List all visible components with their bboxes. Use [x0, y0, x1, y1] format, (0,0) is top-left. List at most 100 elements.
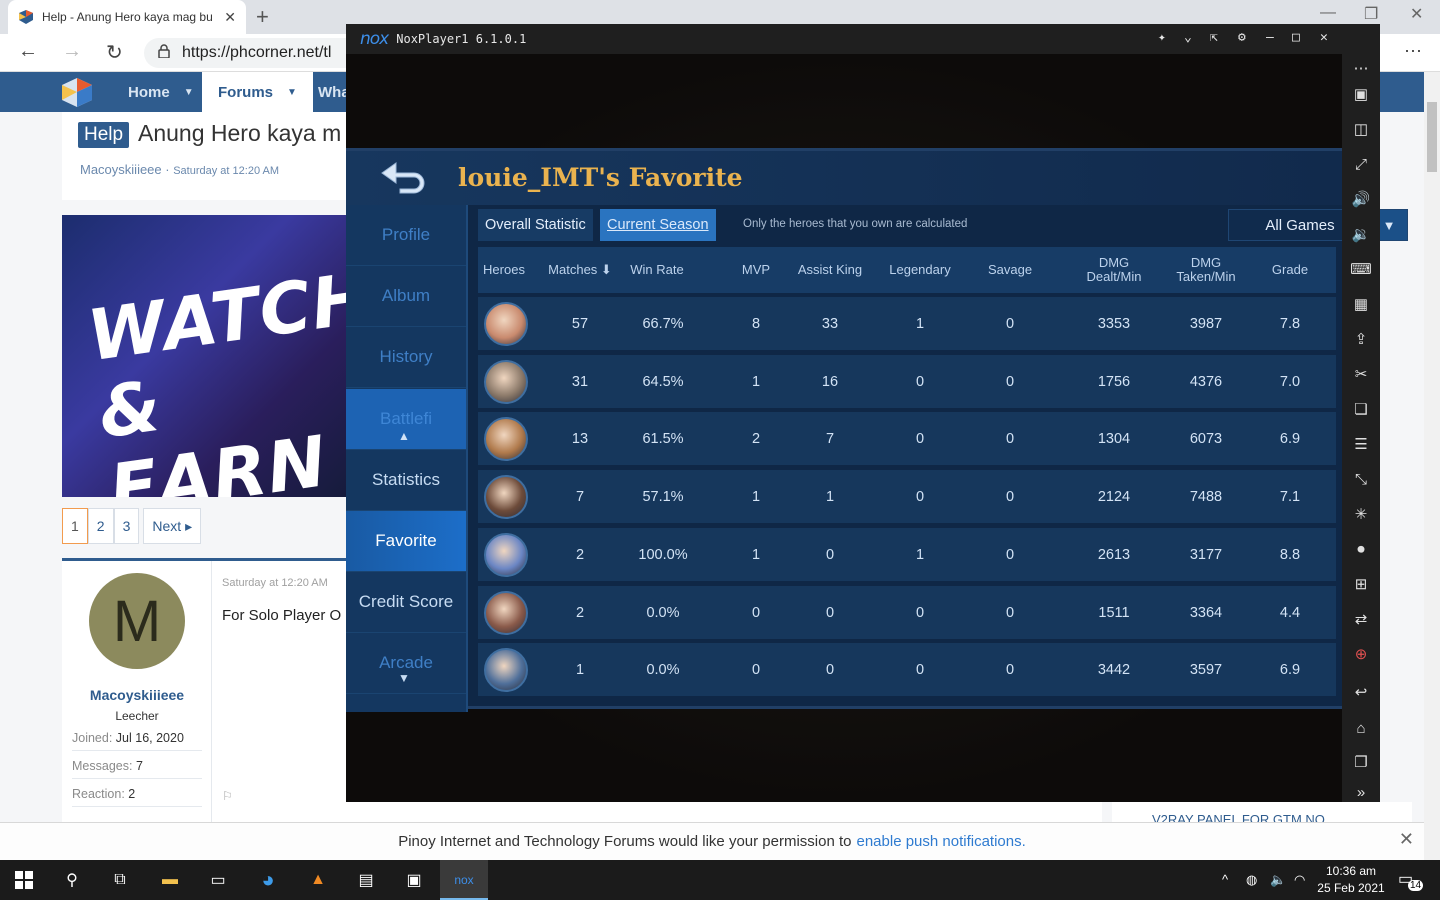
- menu-battlefield[interactable]: Battlefi ▲: [346, 389, 466, 450]
- search-icon[interactable]: ⚲: [60, 868, 84, 892]
- page-2-button[interactable]: 2: [87, 508, 114, 544]
- hero-portrait-icon[interactable]: [484, 302, 528, 346]
- watch-earn-banner[interactable]: WATCH & EARN: [62, 215, 352, 497]
- thread-date[interactable]: Saturday at 12:20 AM: [173, 165, 279, 177]
- multi-drive-icon[interactable]: ▦: [1351, 294, 1371, 314]
- chevron-up-icon[interactable]: ^: [1222, 872, 1228, 887]
- avatar[interactable]: M: [89, 573, 185, 669]
- edge-browser-icon[interactable]: ◕: [256, 867, 280, 892]
- keyboard-icon[interactable]: ⌨: [1350, 259, 1372, 279]
- toolbox-icon[interactable]: ▣: [1351, 84, 1371, 104]
- loading-icon[interactable]: ✳: [1351, 504, 1371, 524]
- menu-history[interactable]: History: [346, 327, 466, 388]
- col-dmg-dealt[interactable]: DMG Dealt/Min: [1076, 247, 1152, 293]
- reload-icon[interactable]: ↻: [106, 40, 123, 65]
- page-3-button[interactable]: 3: [113, 508, 140, 544]
- menu-arcade[interactable]: Arcade ▼: [346, 633, 466, 694]
- nav-forums[interactable]: Forums ▼: [202, 72, 313, 112]
- col-assist-king[interactable]: Assist King: [790, 247, 870, 293]
- report-flag-icon[interactable]: ⚐: [222, 789, 233, 803]
- col-legendary[interactable]: Legendary: [882, 247, 958, 293]
- screenshot-icon[interactable]: ◫: [1351, 119, 1371, 139]
- menu-credit-score[interactable]: Credit Score: [346, 572, 466, 633]
- browser-tab[interactable]: Help - Anung Hero kaya mag bu ✕: [8, 0, 246, 34]
- table-row[interactable]: 7 57.1% 1 1 0 0 2124 7488 7.1: [478, 470, 1336, 525]
- next-page-button[interactable]: Next ▸: [143, 508, 202, 544]
- tab-current-season[interactable]: Current Season: [600, 209, 716, 241]
- game-mode-select[interactable]: All Games ▼: [1228, 209, 1408, 241]
- hero-portrait-icon[interactable]: [484, 417, 528, 462]
- scrollbar-thumb[interactable]: [1427, 102, 1437, 172]
- table-row[interactable]: 2 0.0% 0 0 0 0 1511 3364 4.4: [478, 585, 1336, 640]
- hero-portrait-icon[interactable]: [484, 359, 528, 404]
- phcorner-logo-icon[interactable]: [60, 76, 94, 108]
- table-row[interactable]: 1 0.0% 0 0 0 0 3442 3597 6.9: [478, 643, 1336, 698]
- hero-portrait-icon[interactable]: [484, 648, 528, 693]
- expand-icon[interactable]: »: [1351, 782, 1371, 802]
- back-icon[interactable]: ←: [18, 40, 38, 63]
- recent-apps-icon[interactable]: ❐: [1351, 752, 1371, 772]
- record-icon[interactable]: ⏺: [1351, 539, 1371, 559]
- add-icon[interactable]: ⊕: [1351, 644, 1371, 664]
- sync-icon[interactable]: ⇄: [1351, 609, 1371, 629]
- table-row[interactable]: 57 66.7% 8 33 1 0 3353 3987 7.8: [478, 297, 1336, 351]
- android-back-icon[interactable]: ↩: [1351, 682, 1371, 702]
- col-mvp[interactable]: MVP: [734, 247, 778, 293]
- windows-start-icon[interactable]: [12, 868, 36, 892]
- copy-icon[interactable]: ❏: [1351, 399, 1371, 419]
- nav-home[interactable]: Home ▼: [112, 72, 210, 112]
- maximize-icon[interactable]: □: [1292, 30, 1300, 45]
- gear-icon[interactable]: ⚙: [1238, 30, 1246, 45]
- col-matches[interactable]: Matches ⬇: [542, 247, 618, 293]
- gift-icon[interactable]: ✦: [1158, 30, 1166, 45]
- col-dmg-taken[interactable]: DMG Taken/Min: [1168, 247, 1244, 293]
- network-tray-icon[interactable]: ◍: [1246, 872, 1257, 888]
- browser-menu-icon[interactable]: ⋯: [1404, 41, 1422, 62]
- hero-portrait-icon[interactable]: [484, 590, 528, 635]
- apk-install-icon[interactable]: ⇪: [1351, 329, 1371, 349]
- thread-author[interactable]: Macoyskiiieee ·: [80, 162, 170, 177]
- page-1-button[interactable]: 1: [62, 508, 88, 544]
- cut-icon[interactable]: ✂: [1351, 364, 1371, 384]
- menu-album[interactable]: Album: [346, 266, 466, 327]
- nox-taskbar-icon[interactable]: nox: [452, 868, 476, 892]
- menu-statistics[interactable]: Statistics: [346, 450, 466, 511]
- fullscreen-icon[interactable]: ⤢: [1351, 154, 1371, 174]
- thread-prefix-badge[interactable]: Help: [78, 122, 130, 148]
- tab-close-icon[interactable]: ✕: [224, 9, 236, 26]
- android-home-icon[interactable]: ⌂: [1351, 718, 1371, 738]
- similar-thread-link[interactable]: V2RAY PANEL FOR GTM NO: [1112, 802, 1412, 824]
- hero-portrait-icon[interactable]: [484, 475, 528, 520]
- wifi-icon[interactable]: ◠: [1294, 872, 1305, 888]
- macro-icon[interactable]: ⊞: [1351, 574, 1371, 594]
- table-row[interactable]: 13 61.5% 2 7 0 0 1304 6073 6.9: [478, 412, 1336, 467]
- file-explorer-icon[interactable]: ▬: [158, 868, 182, 892]
- post-username[interactable]: Macoyskiiieee: [62, 687, 212, 703]
- minimize-icon[interactable]: —: [1320, 4, 1336, 22]
- table-row[interactable]: 31 64.5% 1 16 0 0 1756 4376 7.0: [478, 354, 1336, 409]
- menu-icon[interactable]: ☰: [1351, 434, 1371, 454]
- window-app-icon[interactable]: ▣: [402, 868, 426, 892]
- hero-portrait-icon[interactable]: [484, 532, 528, 577]
- enable-notifications-link[interactable]: enable push notifications.: [857, 833, 1026, 850]
- menu-favorite[interactable]: Favorite: [346, 511, 466, 572]
- col-grade[interactable]: Grade: [1260, 247, 1320, 293]
- pin-icon[interactable]: ⇱: [1210, 30, 1218, 45]
- resize-icon[interactable]: ⤡: [1351, 469, 1371, 489]
- page-scrollbar[interactable]: [1424, 72, 1440, 860]
- volume-up-icon[interactable]: 🔊: [1351, 189, 1371, 209]
- forward-icon[interactable]: →: [62, 40, 82, 63]
- vlc-icon[interactable]: ▲: [306, 868, 330, 892]
- post-date[interactable]: Saturday at 12:20 AM: [222, 577, 328, 589]
- back-arrow-icon[interactable]: [376, 159, 432, 195]
- more-icon[interactable]: ⋯: [1351, 58, 1371, 78]
- chevron-down-icon[interactable]: ⌄: [1184, 30, 1192, 45]
- menu-profile[interactable]: Profile: [346, 205, 466, 266]
- close-icon[interactable]: ✕: [1320, 30, 1328, 45]
- new-tab-icon[interactable]: +: [256, 4, 269, 30]
- table-row[interactable]: 2 100.0% 1 0 1 0 2613 3177 8.8: [478, 527, 1336, 582]
- task-view-icon[interactable]: ⧉: [108, 868, 132, 892]
- restore-icon[interactable]: ❐: [1364, 4, 1378, 24]
- col-savage[interactable]: Savage: [978, 247, 1042, 293]
- volume-down-icon[interactable]: 🔉: [1351, 224, 1371, 244]
